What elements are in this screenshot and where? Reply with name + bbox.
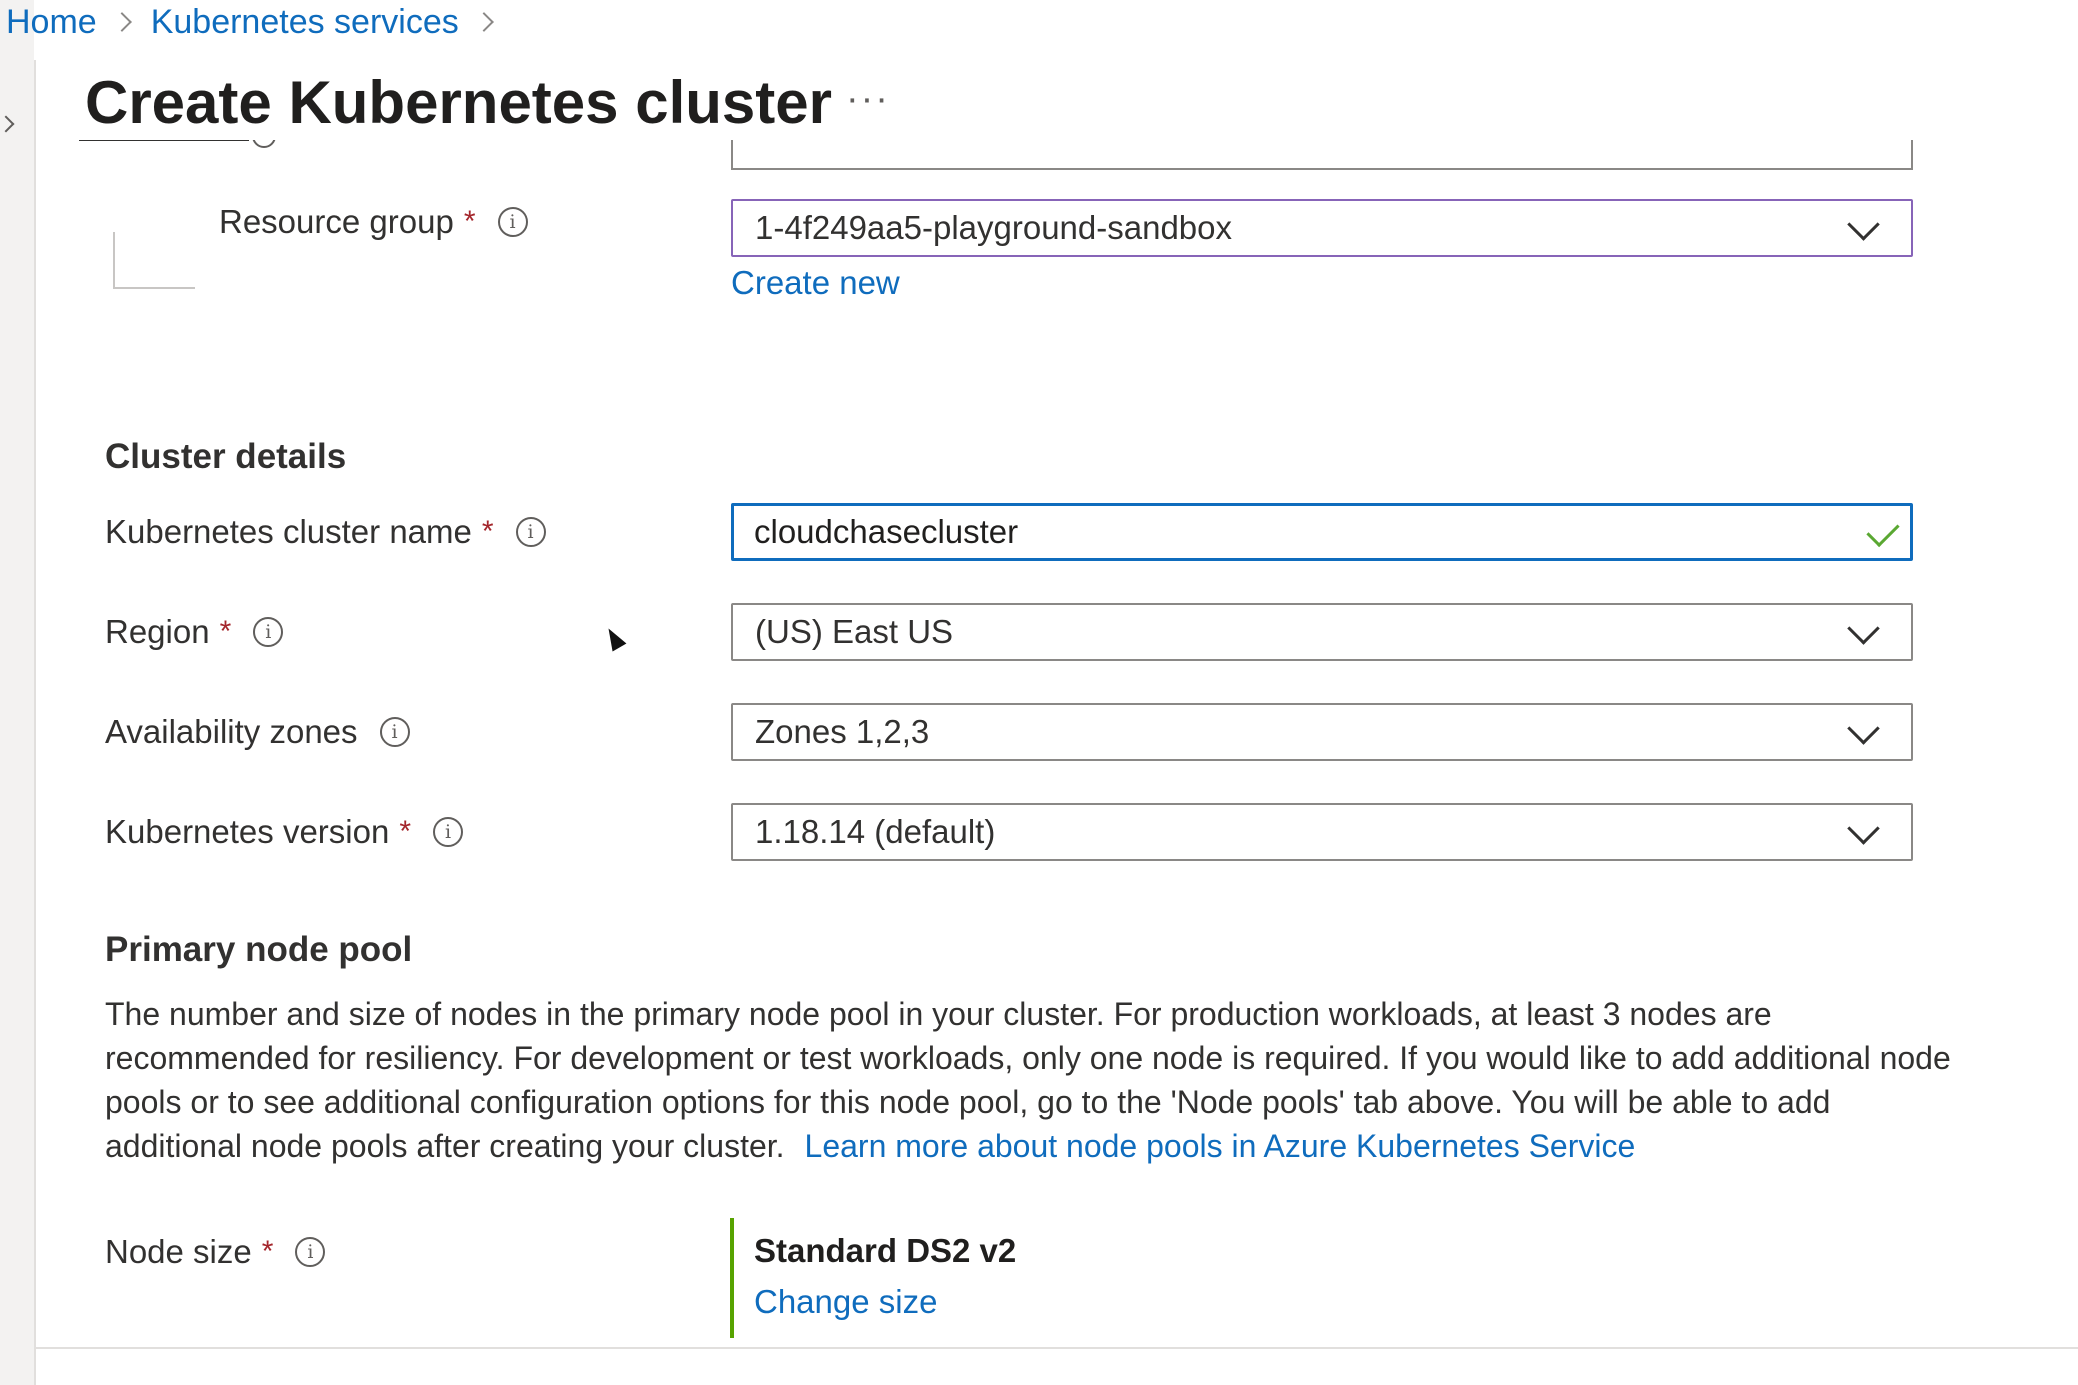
info-icon[interactable]: i <box>379 717 410 747</box>
required-asterisk: * <box>399 815 412 848</box>
node-size-value: Standard DS2 v2 <box>754 1232 1017 1269</box>
availability-zones-label-text: Availability zones <box>105 713 358 750</box>
resource-group-dropdown[interactable]: 1-4f249aa5-playground-sandbox <box>731 199 1913 257</box>
chevron-down-icon <box>1847 812 1880 845</box>
region-label-text: Region <box>105 613 210 650</box>
create-new-link[interactable]: Create new <box>731 264 900 302</box>
resource-group-label-text: Resource group <box>219 203 454 240</box>
info-icon[interactable]: i <box>433 817 464 847</box>
kubernetes-version-dropdown[interactable]: 1.18.14 (default) <box>731 803 1913 861</box>
footer-divider <box>36 1347 2078 1349</box>
form-content: Resource group * i 1-4f249aa5-playground… <box>36 140 2078 1370</box>
breadcrumb-home-link[interactable]: Home <box>6 3 97 42</box>
info-icon[interactable]: i <box>515 517 546 547</box>
learn-more-node-pools-link[interactable]: Learn more about node pools in Azure Kub… <box>805 1128 1636 1164</box>
cluster-name-label: Kubernetes cluster name * i <box>105 510 546 554</box>
kubernetes-version-label-text: Kubernetes version <box>105 813 390 850</box>
subscription-dropdown-partial[interactable] <box>731 140 1913 170</box>
required-asterisk: * <box>463 205 476 238</box>
region-dropdown[interactable]: (US) East US <box>731 603 1913 661</box>
region-label: Region * i <box>105 610 284 654</box>
required-asterisk: * <box>261 1235 274 1268</box>
info-icon-fragment <box>252 140 276 148</box>
chevron-down-icon <box>1847 208 1880 241</box>
resource-group-value: 1-4f249aa5-playground-sandbox <box>755 209 1233 246</box>
chevron-right-icon <box>473 12 494 32</box>
cluster-name-label-text: Kubernetes cluster name <box>105 513 472 550</box>
kubernetes-version-label: Kubernetes version * i <box>105 810 464 854</box>
availability-zones-value: Zones 1,2,3 <box>755 713 930 750</box>
info-icon[interactable]: i <box>295 1237 326 1267</box>
cluster-name-input[interactable] <box>731 503 1913 561</box>
page-title: Create Kubernetes cluster <box>85 69 832 136</box>
tree-connector-branch <box>113 287 195 289</box>
required-asterisk: * <box>219 615 232 648</box>
left-sidebar-strip <box>0 0 34 1385</box>
chevron-down-icon <box>1847 612 1880 645</box>
more-options-button[interactable]: ··· <box>846 80 890 118</box>
required-asterisk: * <box>481 515 494 548</box>
info-icon[interactable]: i <box>253 617 284 647</box>
node-size-label-text: Node size <box>105 1233 252 1270</box>
availability-zones-dropdown[interactable]: Zones 1,2,3 <box>731 703 1913 761</box>
node-size-label: Node size * i <box>105 1230 326 1274</box>
chevron-right-icon <box>111 12 132 32</box>
primary-node-pool-heading: Primary node pool <box>105 930 413 969</box>
node-size-accent-bar <box>730 1218 734 1338</box>
region-value: (US) East US <box>755 613 954 650</box>
availability-zones-label: Availability zones i <box>105 710 410 754</box>
change-size-link[interactable]: Change size <box>754 1283 937 1321</box>
tree-connector <box>113 232 115 288</box>
node-pool-description: The number and size of nodes in the prim… <box>105 992 1955 1168</box>
info-icon[interactable]: i <box>497 207 528 237</box>
resource-group-label: Resource group * i <box>219 200 528 244</box>
kubernetes-version-value: 1.18.14 (default) <box>755 813 996 850</box>
cluster-details-heading: Cluster details <box>105 437 347 476</box>
breadcrumb: Home Kubernetes services <box>6 2 513 42</box>
chevron-down-icon <box>1847 712 1880 745</box>
subscription-label-fragment <box>79 140 249 141</box>
subscription-row-partial <box>79 140 289 154</box>
breadcrumb-kubernetes-services-link[interactable]: Kubernetes services <box>151 3 459 42</box>
